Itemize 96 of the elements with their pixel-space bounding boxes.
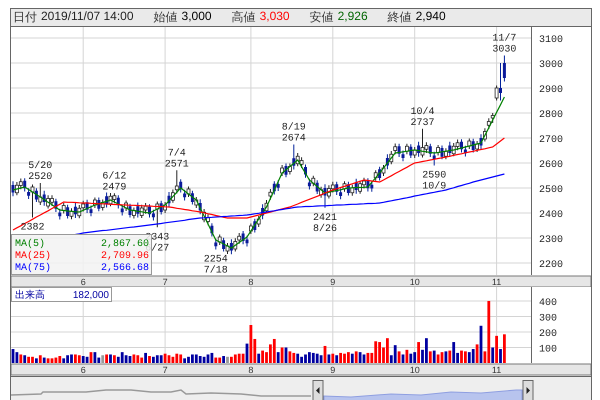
field-value: 3,000	[182, 9, 212, 25]
candlestick	[436, 144, 440, 156]
price-annotation: 7/4	[168, 148, 186, 160]
legend-label: MA(75)	[15, 263, 52, 274]
candlestick	[144, 202, 148, 214]
price-annotation: 7/18	[204, 266, 228, 276]
candlestick	[276, 180, 280, 192]
field-label: 安値	[310, 9, 334, 26]
month-label: 7	[162, 277, 168, 287]
candlestick	[308, 178, 311, 190]
month-label: 8	[248, 277, 254, 287]
price-annotation: 2737	[410, 118, 434, 129]
candlestick	[50, 194, 54, 206]
candlestick	[502, 55, 506, 82]
axis-tick-label: 2400	[539, 210, 564, 221]
field-label: 日付	[13, 9, 37, 26]
candlestick	[30, 184, 34, 218]
candlestick	[370, 180, 374, 192]
candlestick	[494, 85, 498, 101]
volume-label: 出来高	[15, 290, 45, 301]
price-annotation: 3030	[492, 44, 516, 56]
candlestick	[186, 186, 190, 198]
candlestick	[402, 150, 404, 162]
axis-tick-label: 2300	[539, 235, 564, 246]
month-label: 8	[248, 365, 254, 375]
axis-tick-label: 2200	[539, 260, 564, 271]
axis-tick-label: 400	[539, 298, 558, 309]
candlestick	[226, 242, 230, 254]
candlestick	[499, 62, 502, 101]
legend-value: 2,867.60	[100, 239, 149, 250]
field-value: 3,030	[260, 9, 290, 25]
candlestick	[300, 156, 304, 168]
axis-tick-label: 2500	[539, 185, 564, 196]
candlestick	[214, 238, 218, 250]
axis-tick-label: 200	[539, 328, 558, 340]
price-annotation: 2571	[164, 159, 189, 170]
field-label: 高値	[232, 9, 256, 26]
candlestick	[27, 188, 30, 200]
month-label: 6	[80, 365, 86, 375]
candlestick	[152, 209, 155, 221]
price-annotation: 2382	[20, 222, 44, 234]
axis-tick-label: 2800	[539, 110, 564, 121]
candlestick	[280, 164, 284, 176]
month-label: 11	[492, 365, 502, 375]
candlestick	[112, 192, 116, 204]
price-annotation: 2479	[102, 182, 126, 194]
field-value: 2,926	[338, 9, 368, 25]
price-annotation: 5/20	[28, 161, 52, 172]
price-annotation: 11/7	[492, 34, 516, 44]
price-annotation: 6/12	[102, 171, 126, 182]
candlestick	[358, 180, 362, 194]
axis-tick-label: 2900	[539, 85, 564, 96]
month-label: 10	[410, 277, 420, 287]
legend-value: 2,709.96	[100, 251, 149, 262]
candlestick	[90, 205, 92, 217]
scroll-right-handle[interactable]	[522, 380, 534, 400]
month-label: 11	[492, 277, 502, 287]
price-annotation: 2590	[422, 170, 446, 182]
month-label: 10	[410, 365, 420, 375]
axis-tick-label: 2700	[539, 135, 564, 146]
field-value: 2019/11/07 14:00	[41, 9, 134, 25]
legend-value: 2,566.68	[100, 263, 149, 274]
price-annotation: 8/26	[313, 224, 337, 235]
candlestick	[475, 140, 479, 152]
candlestick	[393, 143, 398, 155]
price-annotation: 2520	[28, 172, 52, 183]
axis-tick-label: 300	[539, 313, 558, 324]
volume-value: 182,000	[72, 290, 109, 301]
candlestick	[420, 128, 424, 158]
candlestick	[339, 188, 342, 200]
candlestick	[246, 235, 248, 247]
field-label: 始値	[154, 9, 178, 26]
legend-label: MA(25)	[15, 251, 52, 262]
field-value: 2,940	[416, 9, 446, 25]
candlestick	[183, 189, 186, 201]
price-annotation: 10/9	[422, 182, 446, 192]
price-annotation: 2421	[313, 212, 337, 224]
month-label: 9	[330, 365, 336, 375]
field-label: 終値	[388, 9, 412, 26]
candlestick	[12, 180, 14, 197]
axis-tick-label: 2600	[539, 160, 564, 171]
price-annotation: 8/19	[282, 122, 306, 134]
month-label: 7	[162, 365, 168, 375]
legend-label: MA(5)	[15, 239, 46, 250]
price-annotation: 10/4	[410, 106, 434, 118]
scroll-left-handle[interactable]	[312, 380, 324, 400]
axis-tick-label: 3100	[539, 35, 564, 46]
candlestick	[288, 163, 292, 175]
month-label: 9	[330, 277, 336, 287]
axis-tick-label: 3000	[539, 60, 564, 71]
price-annotation: 2674	[282, 134, 306, 144]
candlestick	[58, 208, 62, 220]
candlestick	[132, 207, 136, 219]
month-label: 6	[80, 277, 86, 287]
axis-tick-label: 100	[539, 344, 558, 356]
price-annotation: 2254	[204, 254, 228, 266]
